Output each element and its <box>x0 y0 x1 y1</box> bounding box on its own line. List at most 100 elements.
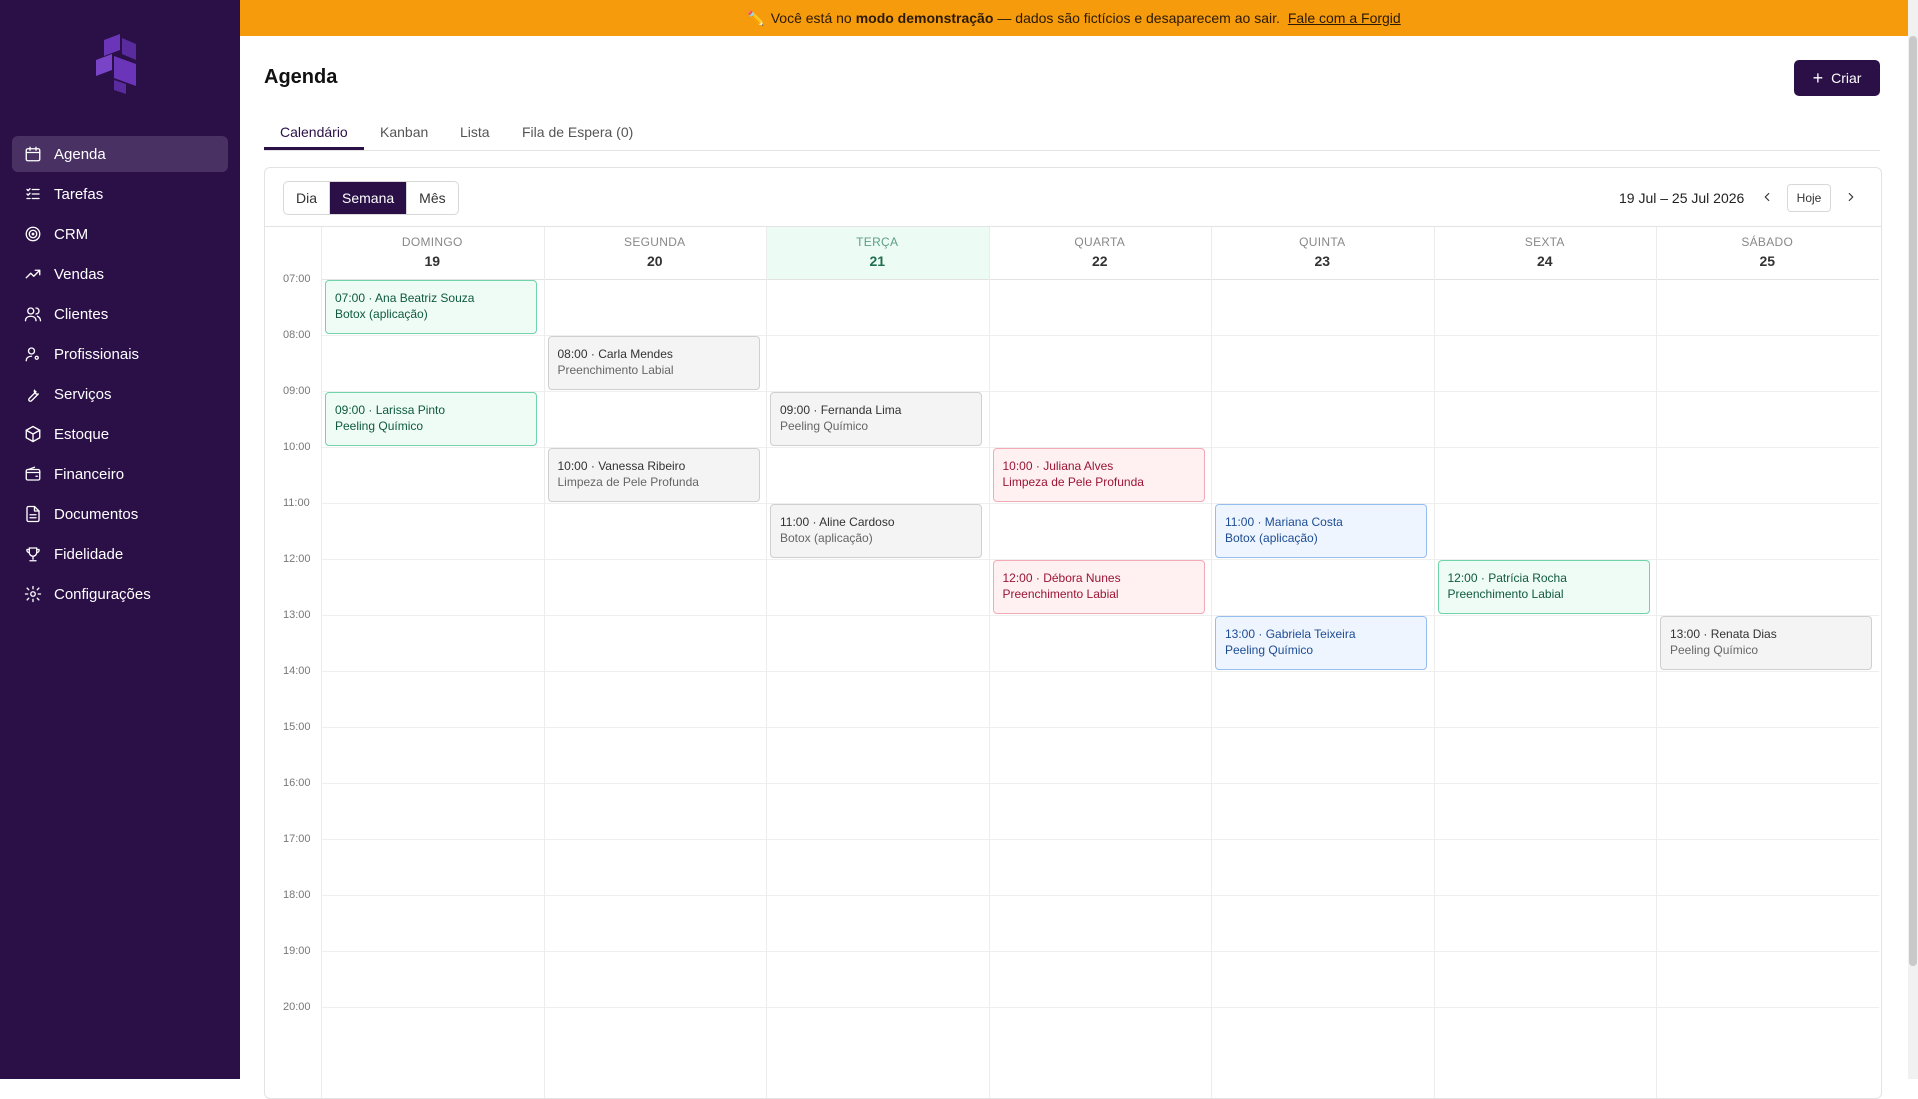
forgid-logo[interactable] <box>90 34 150 94</box>
hour-label: 08:00 <box>283 329 311 341</box>
document-icon <box>24 505 42 523</box>
trophy-icon <box>24 545 42 563</box>
appointment-card[interactable]: 13:00 · Renata Dias Peeling Químico <box>1660 616 1872 670</box>
appointment-card[interactable]: 13:00 · Gabriela Teixeira Peeling Químico <box>1215 616 1427 670</box>
day-name: QUINTA <box>1299 235 1346 249</box>
appointment-card[interactable]: 09:00 · Fernanda Lima Peeling Químico <box>770 392 982 446</box>
hour-gridline <box>321 839 1879 840</box>
day-header[interactable]: SEXTA 24 <box>1433 227 1656 280</box>
sidebar-item-configuracoes[interactable]: Configurações <box>12 576 228 612</box>
sidebar-item-tarefas[interactable]: Tarefas <box>12 176 228 212</box>
hour-gridline <box>321 391 1879 392</box>
appointment-title: 09:00 · Fernanda Lima <box>780 403 902 417</box>
appointment-card[interactable]: 11:00 · Mariana Costa Botox (aplicação) <box>1215 504 1427 558</box>
day-header[interactable]: SÁBADO 25 <box>1656 227 1879 280</box>
tab-calendario[interactable]: Calendário <box>280 124 348 140</box>
active-tab-indicator <box>264 147 364 150</box>
hour-label: 20:00 <box>283 1001 311 1013</box>
day-name: SÁBADO <box>1741 235 1794 249</box>
appointment-card[interactable]: 08:00 · Carla Mendes Preenchimento Labial <box>547 336 760 390</box>
package-icon <box>24 425 42 443</box>
appointment-title: 10:00 · Vanessa Ribeiro <box>557 459 686 473</box>
appointment-service: Peeling Químico <box>1225 643 1314 657</box>
hour-gridline <box>321 727 1879 728</box>
day-header[interactable]: DOMINGO 19 <box>321 227 544 280</box>
sidebar-item-documentos[interactable]: Documentos <box>12 496 228 532</box>
appointment-card[interactable]: 10:00 · Juliana Alves Limpeza de Pele Pro… <box>992 448 1205 502</box>
sidebar-item-label: Agenda <box>54 145 106 163</box>
appointment-service: Botox (aplicação) <box>1225 531 1318 545</box>
scrollbar-thumb[interactable] <box>1909 36 1917 966</box>
day-number: 20 <box>646 253 663 269</box>
appointment-card[interactable]: 12:00 · Débora Nunes Preenchimento Labial <box>992 560 1205 614</box>
sidebar-item-label: Profissionais <box>54 345 140 363</box>
next-week-button[interactable] <box>1838 184 1864 210</box>
hour-label: 09:00 <box>283 385 311 397</box>
appointment-card[interactable]: 09:00 · Larissa Pinto Peeling Químico <box>325 392 537 446</box>
sidebar-item-fidelidade[interactable]: Fidelidade <box>12 536 228 572</box>
day-name: TERÇA <box>856 235 899 249</box>
view-switcher: Dia Semana Mês <box>283 181 459 215</box>
sidebar-item-vendas[interactable]: Vendas <box>12 256 228 292</box>
create-button[interactable]: + Criar <box>1794 60 1880 96</box>
pencil-icon: ✏️ <box>747 9 765 26</box>
create-button-label: Criar <box>1831 70 1862 86</box>
hour-label: 19:00 <box>283 945 311 957</box>
hour-label: 12:00 <box>283 553 311 565</box>
appointment-card[interactable]: 10:00 · Vanessa Ribeiro Limpeza de Pele P… <box>547 448 760 502</box>
appointment-title: 11:00 · Aline Cardoso <box>780 515 895 529</box>
day-header[interactable]: SEGUNDA 20 <box>543 227 766 280</box>
page-scrollbar[interactable] <box>1908 0 1918 1079</box>
appointment-card[interactable]: 11:00 · Aline Cardoso Botox (aplicação) <box>770 504 982 558</box>
tab-kanban[interactable]: Kanban <box>380 124 428 140</box>
day-header[interactable]: QUARTA 22 <box>988 227 1211 280</box>
sidebar-item-clientes[interactable]: Clientes <box>12 296 228 332</box>
sidebar-item-label: CRM <box>54 225 89 243</box>
appointment-card[interactable]: 12:00 · Patrícia Rocha Preenchimento Labi… <box>1437 560 1650 614</box>
banner-bold: modo demonstração <box>855 10 994 26</box>
sidebar-item-label: Financeiro <box>54 465 125 483</box>
banner-contact-link[interactable]: Fale com a Forgid <box>1288 10 1401 26</box>
prev-week-button[interactable] <box>1754 184 1780 210</box>
day-number: 21 <box>869 253 886 269</box>
appointment-service: Preenchimento Labial <box>557 363 674 377</box>
appointment-title: 12:00 · Patrícia Rocha <box>1447 571 1567 585</box>
day-name: SEXTA <box>1524 235 1565 249</box>
hour-label: 07:00 <box>283 273 311 285</box>
view-week-button[interactable]: Semana <box>330 182 408 214</box>
appointment-service: Peeling Químico <box>780 419 869 433</box>
appointment-title: 13:00 · Gabriela Teixeira <box>1225 627 1356 641</box>
tab-fila-de-espera[interactable]: Fila de Espera (0) <box>522 124 633 140</box>
day-header[interactable]: TERÇA 21 <box>766 227 989 280</box>
sidebar-item-profissionais[interactable]: Profissionais <box>12 336 228 372</box>
day-name: DOMINGO <box>401 235 463 249</box>
tab-lista[interactable]: Lista <box>460 124 490 140</box>
day-number: 23 <box>1314 253 1331 269</box>
hour-gridline <box>321 671 1879 672</box>
day-number: 24 <box>1536 253 1553 269</box>
sidebar-item-crm[interactable]: CRM <box>12 216 228 252</box>
sidebar-item-label: Fidelidade <box>54 545 124 563</box>
calendar-icon <box>24 145 42 163</box>
sidebar-item-financeiro[interactable]: Financeiro <box>12 456 228 492</box>
hour-label: 17:00 <box>283 833 311 845</box>
appointment-service: Preenchimento Labial <box>1002 587 1119 601</box>
week-grid: 07:00 08:00 09:00 10:00 11:00 12:00 13:00 14:00… <box>265 226 1881 1098</box>
today-button[interactable]: Hoje <box>1787 184 1831 212</box>
sidebar-item-agenda[interactable]: Agenda <box>12 136 228 172</box>
hour-gridline <box>321 895 1879 896</box>
view-day-button[interactable]: Dia <box>284 182 331 214</box>
target-icon <box>24 225 42 243</box>
appointment-card[interactable]: 07:00 · Ana Beatriz Souza Botox (aplicaçã… <box>325 280 537 334</box>
view-month-button[interactable]: Mês <box>407 182 457 214</box>
sidebar-item-estoque[interactable]: Estoque <box>12 416 228 452</box>
day-column-divider <box>321 227 322 1098</box>
sidebar-item-label: Vendas <box>54 265 105 283</box>
sidebar-item-label: Estoque <box>54 425 110 443</box>
day-header[interactable]: QUINTA 23 <box>1211 227 1434 280</box>
sidebar-item-servicos[interactable]: Serviços <box>12 376 228 412</box>
hour-gridline <box>321 503 1879 504</box>
appointment-title: 12:00 · Débora Nunes <box>1002 571 1121 585</box>
banner-prefix: Você está no <box>770 10 852 26</box>
page-title: Agenda <box>264 66 338 88</box>
